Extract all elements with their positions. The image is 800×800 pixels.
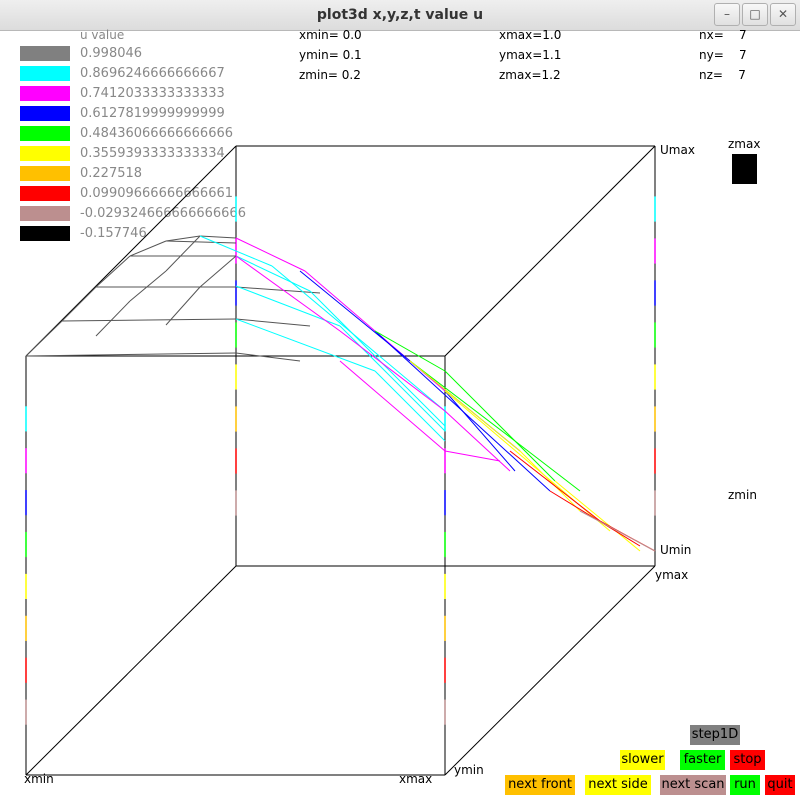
minimize-button[interactable]: –	[714, 3, 740, 26]
mesh-line-grey	[165, 240, 237, 244]
maximize-button[interactable]: □	[742, 3, 768, 26]
mesh-line-grey	[199, 255, 237, 288]
mesh-line-colored	[374, 330, 446, 372]
surface-mesh	[25, 235, 656, 552]
mesh-line-colored	[235, 255, 341, 332]
mesh-line-grey	[61, 318, 237, 322]
mesh-line-grey	[165, 235, 201, 242]
mesh-line-grey	[129, 240, 167, 257]
box-edge	[25, 565, 237, 776]
mesh-line-colored	[339, 330, 446, 412]
slower-button[interactable]: slower	[620, 750, 665, 770]
title-bar: plot3d x,y,z,t value u – □ ✕	[0, 0, 800, 31]
next-side-button[interactable]: next side	[585, 775, 651, 795]
mesh-line-grey	[95, 300, 131, 337]
mesh-line-colored	[409, 360, 521, 452]
quit-button[interactable]: quit	[765, 775, 795, 795]
umin-label: Umin	[660, 543, 692, 557]
next-front-button[interactable]: next front	[505, 775, 575, 795]
mesh-line-colored	[374, 330, 551, 492]
mesh-line-grey	[235, 318, 311, 327]
mesh-line-colored	[339, 325, 446, 432]
mesh-line-colored	[235, 318, 376, 372]
stop-button[interactable]: stop	[730, 750, 765, 770]
mesh-line-colored	[235, 255, 311, 292]
mesh-line-colored	[444, 410, 511, 472]
zmin-axis-label: zmin	[728, 488, 757, 502]
minimize-icon: –	[724, 7, 730, 21]
box-edge	[444, 565, 656, 776]
umax-label: Umax	[660, 143, 695, 157]
mesh-line-grey	[95, 255, 131, 288]
mesh-line-grey	[129, 270, 167, 302]
mesh-line-grey	[199, 235, 237, 239]
z-indicator	[732, 154, 757, 184]
next-scan-button[interactable]: next scan	[660, 775, 726, 795]
ymin-axis-label: ymin	[454, 763, 484, 777]
xmin-axis-label: xmin	[24, 772, 54, 786]
ymax-axis-label: ymax	[655, 568, 689, 582]
mesh-line-colored	[509, 450, 601, 522]
mesh-line-colored	[271, 265, 446, 412]
mesh-line-colored	[235, 237, 306, 272]
axis-box	[25, 145, 656, 776]
close-icon: ✕	[777, 7, 789, 21]
step1d-button[interactable]: step1D	[690, 725, 740, 745]
mesh-line-colored	[409, 360, 516, 442]
window-title: plot3d x,y,z,t value u	[316, 7, 484, 23]
box-edge	[25, 145, 237, 357]
mesh-line-grey	[25, 320, 63, 357]
color-stripes	[25, 196, 656, 725]
mesh-line-colored	[309, 290, 446, 427]
plot-canvas: xmin= 0.0 ymin= 0.1 zmin= 0.2 xmax=1.0 y…	[0, 28, 800, 800]
faster-button[interactable]: faster	[680, 750, 725, 770]
box-edge	[444, 145, 656, 357]
maximize-icon: □	[749, 7, 761, 21]
close-button[interactable]: ✕	[770, 3, 796, 26]
mesh-line-grey	[235, 352, 301, 362]
run-button[interactable]: run	[730, 775, 760, 795]
zmax-axis-label: zmax	[728, 137, 761, 151]
mesh-line-colored	[554, 480, 641, 552]
mesh-line-colored	[339, 360, 446, 452]
xmax-axis-label: xmax	[399, 772, 433, 786]
mesh-line-colored	[579, 510, 656, 552]
mesh-line-grey	[61, 286, 97, 322]
mesh-line-colored	[444, 450, 501, 462]
mesh-line-colored	[519, 450, 581, 512]
mesh-line-colored	[514, 440, 581, 492]
